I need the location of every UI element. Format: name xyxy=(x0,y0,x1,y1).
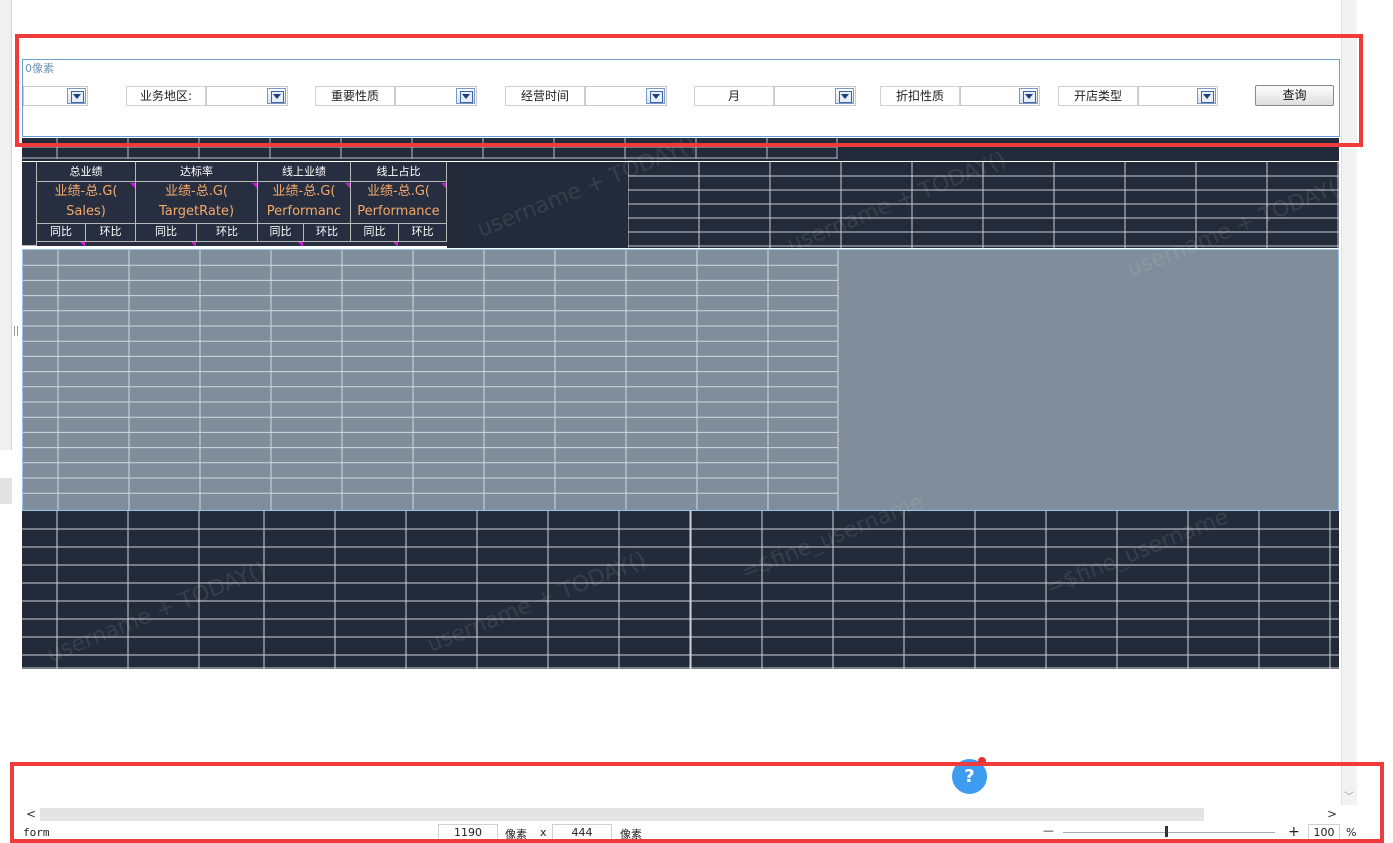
mode-label: form xyxy=(23,826,50,839)
height-input[interactable]: 444 xyxy=(552,824,612,841)
detail-grid xyxy=(23,250,839,510)
left-gutter-tab xyxy=(0,478,12,504)
kpi-formula-line: TargetRate) xyxy=(158,204,235,219)
scroll-right-icon[interactable]: > xyxy=(1324,806,1340,823)
param-combo-0[interactable] xyxy=(23,86,88,106)
dropdown-icon[interactable] xyxy=(835,88,854,104)
dropdown-icon[interactable] xyxy=(267,88,286,104)
dropdown-icon[interactable] xyxy=(456,88,475,104)
kpi-formula-line: 业绩-总.G( xyxy=(165,184,228,199)
parameter-panel: 0像素 业务地区: 重要性质 经营时间 月 折扣性质 开店类型 查询 xyxy=(22,59,1340,137)
kpi-sub-header: 环比 xyxy=(197,224,258,242)
combo-store-type[interactable] xyxy=(1138,86,1218,106)
kpi-formula-line: Performance xyxy=(357,204,440,219)
kpi-table: 总业绩 业绩-总.G(Sales) 同比 环比 达标率 业绩-总.G(TargetRate… xyxy=(22,162,447,246)
cell-marker-icon xyxy=(298,242,303,246)
dropdown-icon[interactable] xyxy=(1019,88,1038,104)
kpi-sub-header: 环比 xyxy=(399,224,447,242)
query-button[interactable]: 查询 xyxy=(1255,85,1334,106)
kpi-header: 达标率 xyxy=(136,162,258,182)
label-month: 月 xyxy=(694,86,774,106)
dropdown-icon[interactable] xyxy=(646,88,665,104)
kpi-sub-header: 同比 xyxy=(37,224,86,242)
kpi-formula-line: 业绩-总.G( xyxy=(272,184,336,199)
cell-marker-icon xyxy=(191,242,196,246)
report-designer-canvas: ﹀ 0像素 业务地区: 重要性质 经营时间 月 折扣性质 开店类型 查询 总业绩… xyxy=(0,0,1393,843)
kpi-header: 总业绩 xyxy=(37,162,136,182)
zoom-unit: % xyxy=(1346,826,1357,839)
cell-marker-icon xyxy=(441,183,446,188)
times-label: x xyxy=(540,826,547,839)
kpi-sub-header: 同比 xyxy=(136,224,197,242)
kpi-sub-header: 同比 xyxy=(351,224,399,242)
kpi-header: 线上业绩 xyxy=(258,162,351,182)
kpi-formula-line: Sales) xyxy=(66,204,106,219)
cell-marker-icon xyxy=(252,183,257,188)
status-bar: form 1190 像素 x 444 像素 — + 100 % xyxy=(0,823,1393,843)
kpi-formula-cell: 业绩-总.G( Sales) xyxy=(37,182,136,224)
kpi-row-stub xyxy=(22,162,37,246)
combo-month[interactable] xyxy=(774,86,856,106)
kpi-formula-line: Performanc xyxy=(266,204,342,219)
dropdown-icon[interactable] xyxy=(67,88,86,104)
kpi-formula-line: 业绩-总.G( xyxy=(54,184,118,199)
label-importance: 重要性质 xyxy=(315,86,395,106)
kpi-sub-header: 环比 xyxy=(86,224,136,242)
scroll-thumb[interactable] xyxy=(40,808,1204,821)
cell-marker-icon xyxy=(345,183,350,188)
kpi-sub-header: 环比 xyxy=(304,224,351,242)
kpi-sub-header: 同比 xyxy=(258,224,304,242)
dropdown-icon[interactable] xyxy=(1197,88,1216,104)
horizontal-scrollbar[interactable]: < > xyxy=(22,806,1342,823)
kpi-formula-line: 业绩-总.G( xyxy=(367,184,430,199)
zoom-slider-thumb[interactable] xyxy=(1165,826,1168,837)
zoom-slider[interactable] xyxy=(1063,832,1275,833)
combo-importance[interactable] xyxy=(395,86,477,106)
cell-marker-icon xyxy=(130,183,135,188)
unit-label: 像素 xyxy=(620,828,642,841)
zoom-out-icon[interactable]: — xyxy=(1043,824,1054,837)
width-input[interactable]: 1190 xyxy=(438,824,498,841)
panel-caption: 0像素 xyxy=(25,62,54,75)
label-business-region: 业务地区: xyxy=(126,86,206,106)
unit-label: 像素 xyxy=(505,828,527,841)
scroll-left-icon[interactable]: < xyxy=(23,806,39,823)
combo-discount-type[interactable] xyxy=(960,86,1040,106)
label-store-type: 开店类型 xyxy=(1058,86,1138,106)
zoom-in-icon[interactable]: + xyxy=(1288,824,1300,840)
kpi-header: 线上占比 xyxy=(351,162,447,182)
cell-marker-icon xyxy=(393,242,398,246)
label-operating-time: 经营时间 xyxy=(505,86,585,106)
kpi-formula-cell: 业绩-总.G( Performance xyxy=(351,182,447,224)
scroll-down-icon[interactable]: ﹀ xyxy=(1341,790,1357,805)
cell-marker-icon xyxy=(80,242,85,246)
zoom-input[interactable]: 100 xyxy=(1308,824,1340,841)
label-discount-type: 折扣性质 xyxy=(880,86,960,106)
vertical-scrollbar[interactable] xyxy=(1341,0,1357,805)
combo-operating-time[interactable] xyxy=(585,86,667,106)
notification-dot xyxy=(978,757,986,765)
splitter-grip-icon[interactable] xyxy=(14,326,18,336)
combo-business-region[interactable] xyxy=(206,86,288,106)
kpi-formula-cell: 业绩-总.G( TargetRate) xyxy=(136,182,258,224)
left-gutter xyxy=(0,0,12,450)
kpi-formula-cell: 业绩-总.G( Performanc xyxy=(258,182,351,224)
detail-grid-block xyxy=(22,249,1339,511)
